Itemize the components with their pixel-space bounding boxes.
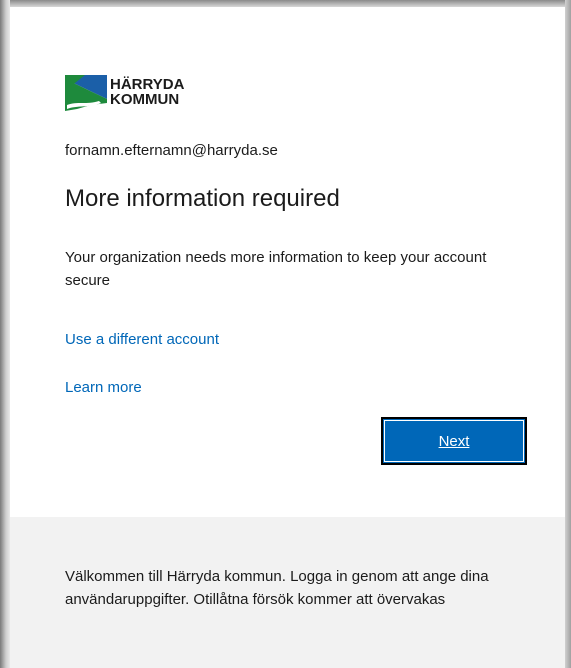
learn-more-link[interactable]: Learn more	[65, 379, 142, 396]
use-different-account-link[interactable]: Use a different account	[65, 331, 219, 348]
logo-line-1: HÄRRYDA	[110, 76, 185, 93]
window-shadow-top	[0, 0, 571, 7]
footer-notice: Välkommen till Härryda kommun. Logga in …	[65, 568, 489, 608]
footer-panel: Välkommen till Härryda kommun. Logga in …	[10, 517, 565, 668]
logo-wordmark: HÄRRYDA KOMMUN	[110, 77, 184, 107]
page-description: Your organization needs more information…	[65, 249, 487, 289]
harryda-kommun-logo: HÄRRYDA KOMMUN	[65, 66, 205, 122]
window-shadow-right	[565, 0, 571, 668]
account-email: fornamn.efternamn@harryda.se	[65, 142, 278, 159]
window-shadow-left	[0, 0, 10, 668]
sign-in-card: HÄRRYDA KOMMUN fornamn.efternamn@harryda…	[10, 7, 565, 668]
logo-line-2: KOMMUN	[110, 91, 180, 108]
page-title: More information required	[65, 185, 340, 212]
sign-in-window: HÄRRYDA KOMMUN fornamn.efternamn@harryda…	[0, 0, 571, 668]
harryda-emblem-icon	[65, 75, 107, 111]
next-button[interactable]: Next	[381, 417, 527, 465]
